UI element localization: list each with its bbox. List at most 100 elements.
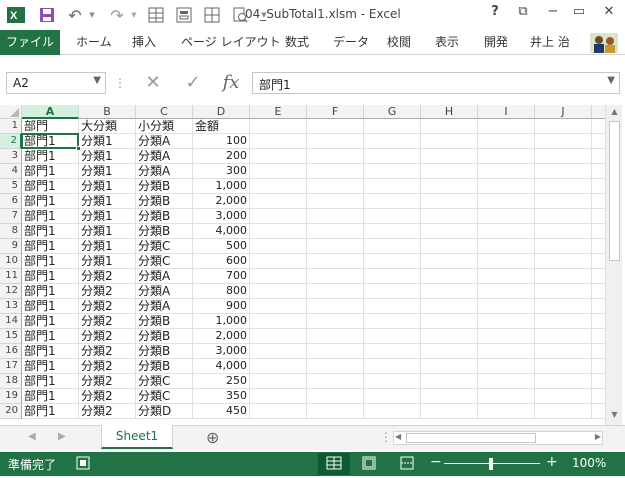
cell-e8[interactable]	[250, 224, 307, 239]
cell-a2[interactable]: 部門1	[22, 134, 79, 149]
cell-e12[interactable]	[250, 284, 307, 299]
row-header[interactable]: 20	[0, 404, 22, 419]
vertical-scroll-thumb[interactable]	[609, 121, 620, 261]
cell-d9[interactable]: 500	[193, 239, 250, 254]
tab-home[interactable]: ホーム	[76, 30, 112, 55]
cell-e4[interactable]	[250, 164, 307, 179]
cell-filler[interactable]	[592, 344, 605, 359]
cell-d6[interactable]: 2,000	[193, 194, 250, 209]
cell-a14[interactable]: 部門1	[22, 314, 79, 329]
cell-g9[interactable]	[364, 239, 421, 254]
normal-view-button[interactable]	[318, 453, 350, 475]
cell-b5[interactable]: 分類1	[79, 179, 136, 194]
row-header[interactable]: 10	[0, 254, 22, 269]
cell-a17[interactable]: 部門1	[22, 359, 79, 374]
horizontal-scroll-thumb[interactable]	[406, 433, 536, 443]
cell-j20[interactable]	[535, 404, 592, 419]
page-layout-view-button[interactable]	[362, 456, 376, 473]
minimize-button[interactable]: −	[542, 4, 564, 24]
cell-j16[interactable]	[535, 344, 592, 359]
cell-b12[interactable]: 分類2	[79, 284, 136, 299]
cell-h7[interactable]	[421, 209, 478, 224]
cell-filler[interactable]	[592, 209, 605, 224]
cell-e17[interactable]	[250, 359, 307, 374]
cell-b11[interactable]: 分類2	[79, 269, 136, 284]
cell-e20[interactable]	[250, 404, 307, 419]
cell-filler[interactable]	[592, 164, 605, 179]
cell-e5[interactable]	[250, 179, 307, 194]
scroll-right-icon[interactable]: ▶	[595, 432, 601, 441]
cell-j6[interactable]	[535, 194, 592, 209]
cell-d16[interactable]: 3,000	[193, 344, 250, 359]
cell-e2[interactable]	[250, 134, 307, 149]
cell-f5[interactable]	[307, 179, 364, 194]
cell-f8[interactable]	[307, 224, 364, 239]
cell-e3[interactable]	[250, 149, 307, 164]
cell-a9[interactable]: 部門1	[22, 239, 79, 254]
cell-h20[interactable]	[421, 404, 478, 419]
next-sheet-icon[interactable]: ▶	[58, 431, 66, 442]
cell-a8[interactable]: 部門1	[22, 224, 79, 239]
cell-h12[interactable]	[421, 284, 478, 299]
cell-f12[interactable]	[307, 284, 364, 299]
cell-d18[interactable]: 250	[193, 374, 250, 389]
cell-b1[interactable]: 大分類	[79, 119, 136, 134]
cell-h8[interactable]	[421, 224, 478, 239]
row-header[interactable]: 6	[0, 194, 22, 209]
cell-j4[interactable]	[535, 164, 592, 179]
cell-f1[interactable]	[307, 119, 364, 134]
cell-b3[interactable]: 分類1	[79, 149, 136, 164]
cell-c17[interactable]: 分類B	[136, 359, 193, 374]
row-header[interactable]: 11	[0, 269, 22, 284]
row-header[interactable]: 13	[0, 299, 22, 314]
cell-j12[interactable]	[535, 284, 592, 299]
user-name[interactable]: 井上 治	[530, 30, 570, 55]
cell-e1[interactable]	[250, 119, 307, 134]
cell-b20[interactable]: 分類2	[79, 404, 136, 419]
cell-j3[interactable]	[535, 149, 592, 164]
cell-b13[interactable]: 分類2	[79, 299, 136, 314]
cell-a10[interactable]: 部門1	[22, 254, 79, 269]
redo-icon[interactable]: ↷	[106, 5, 128, 25]
cell-a4[interactable]: 部門1	[22, 164, 79, 179]
cell-e13[interactable]	[250, 299, 307, 314]
row-header[interactable]: 18	[0, 374, 22, 389]
cancel-icon[interactable]: ✕	[140, 72, 166, 94]
cell-f15[interactable]	[307, 329, 364, 344]
cell-b6[interactable]: 分類1	[79, 194, 136, 209]
cell-c4[interactable]: 分類A	[136, 164, 193, 179]
cell-b2[interactable]: 分類1	[79, 134, 136, 149]
cell-c6[interactable]: 分類B	[136, 194, 193, 209]
cell-i12[interactable]	[478, 284, 535, 299]
cell-g20[interactable]	[364, 404, 421, 419]
cell-a5[interactable]: 部門1	[22, 179, 79, 194]
cell-i9[interactable]	[478, 239, 535, 254]
select-all-corner[interactable]	[0, 105, 22, 119]
cell-d12[interactable]: 800	[193, 284, 250, 299]
cell-g5[interactable]	[364, 179, 421, 194]
cell-g2[interactable]	[364, 134, 421, 149]
cell-j11[interactable]	[535, 269, 592, 284]
cell-g13[interactable]	[364, 299, 421, 314]
cell-e19[interactable]	[250, 389, 307, 404]
cell-a19[interactable]: 部門1	[22, 389, 79, 404]
insert-function-icon[interactable]: fx	[216, 72, 246, 94]
row-header[interactable]: 15	[0, 329, 22, 344]
column-header-f[interactable]: F	[307, 105, 364, 119]
cell-b9[interactable]: 分類1	[79, 239, 136, 254]
cell-d8[interactable]: 4,000	[193, 224, 250, 239]
cell-h15[interactable]	[421, 329, 478, 344]
cell-filler[interactable]	[592, 224, 605, 239]
cell-f18[interactable]	[307, 374, 364, 389]
scroll-down-icon[interactable]: ▼	[606, 410, 623, 419]
cell-j8[interactable]	[535, 224, 592, 239]
row-header[interactable]: 7	[0, 209, 22, 224]
cell-h4[interactable]	[421, 164, 478, 179]
cell-e11[interactable]	[250, 269, 307, 284]
cell-c18[interactable]: 分類C	[136, 374, 193, 389]
cell-g16[interactable]	[364, 344, 421, 359]
cell-i20[interactable]	[478, 404, 535, 419]
cell-c14[interactable]: 分類B	[136, 314, 193, 329]
help-button[interactable]: ?	[484, 4, 506, 24]
cell-i3[interactable]	[478, 149, 535, 164]
